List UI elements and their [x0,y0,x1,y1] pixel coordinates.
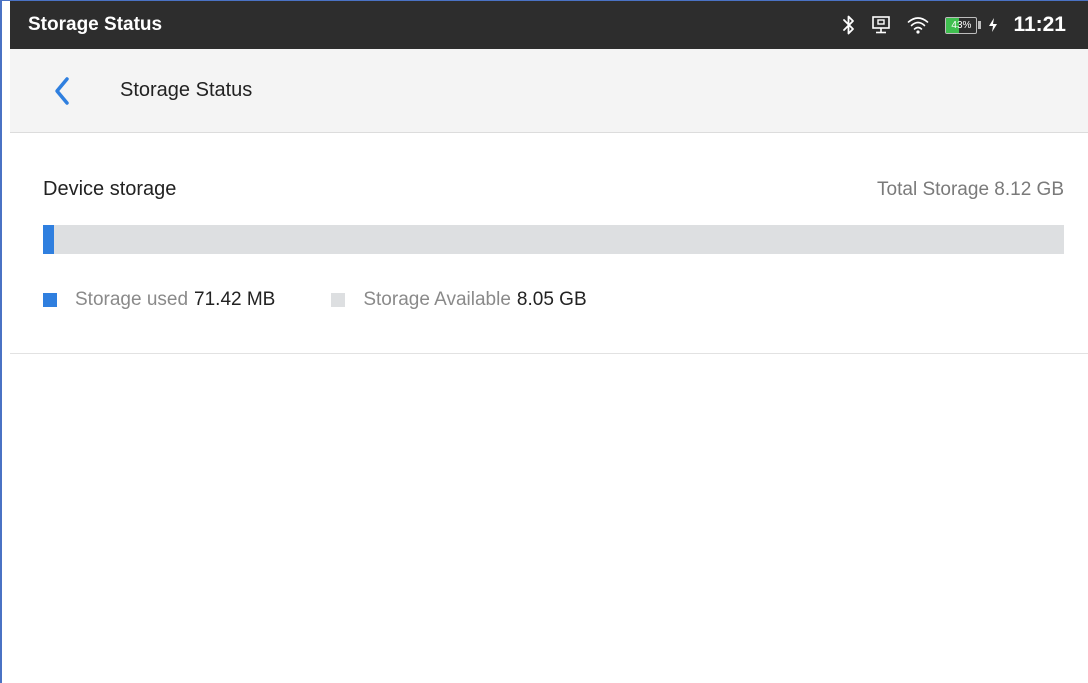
status-bar: Storage Status 43% 11:21 [10,1,1088,49]
legend-item-available: Storage Available 8.05 GB [331,289,587,311]
device-storage-label: Device storage [43,178,177,200]
charging-icon [987,17,999,33]
legend-value-used: 71.42 MB [194,289,276,310]
battery-percent: 43% [951,19,972,31]
storage-used-fill [43,225,54,254]
wifi-icon [907,16,929,34]
back-button[interactable] [42,71,82,111]
clock: 11:21 [1013,13,1066,36]
storage-usage-bar [43,225,1064,254]
storage-legend: Storage used 71.42 MB Storage Available … [43,289,643,311]
screen-frame: Storage Status 43% 11:21 Storage Status … [0,0,1088,683]
chevron-left-icon [55,76,69,105]
legend-label-available: Storage Available [363,289,511,310]
battery-icon: 43% [945,16,982,34]
page-title: Storage Status [120,79,253,101]
legend-label-used: Storage used [75,289,189,310]
legend-value-available: 8.05 GB [516,289,587,310]
app-bar: Storage Status [10,49,1088,133]
ethernet-icon [871,15,891,35]
storage-heading-row: Device storage Total Storage 8.12 GB [43,178,1064,201]
total-storage-text: Total Storage 8.12 GB [877,178,1064,200]
status-icons: 43% 11:21 [841,13,1066,37]
available-swatch [331,293,346,307]
used-swatch [43,293,57,307]
battery-body: 43% [945,16,978,34]
battery-tip [978,21,982,29]
status-bar-title: Storage Status [28,14,163,35]
legend-item-used: Storage used 71.42 MB [43,289,275,311]
storage-section: Device storage Total Storage 8.12 GB Sto… [10,134,1088,354]
bluetooth-icon [841,14,857,36]
